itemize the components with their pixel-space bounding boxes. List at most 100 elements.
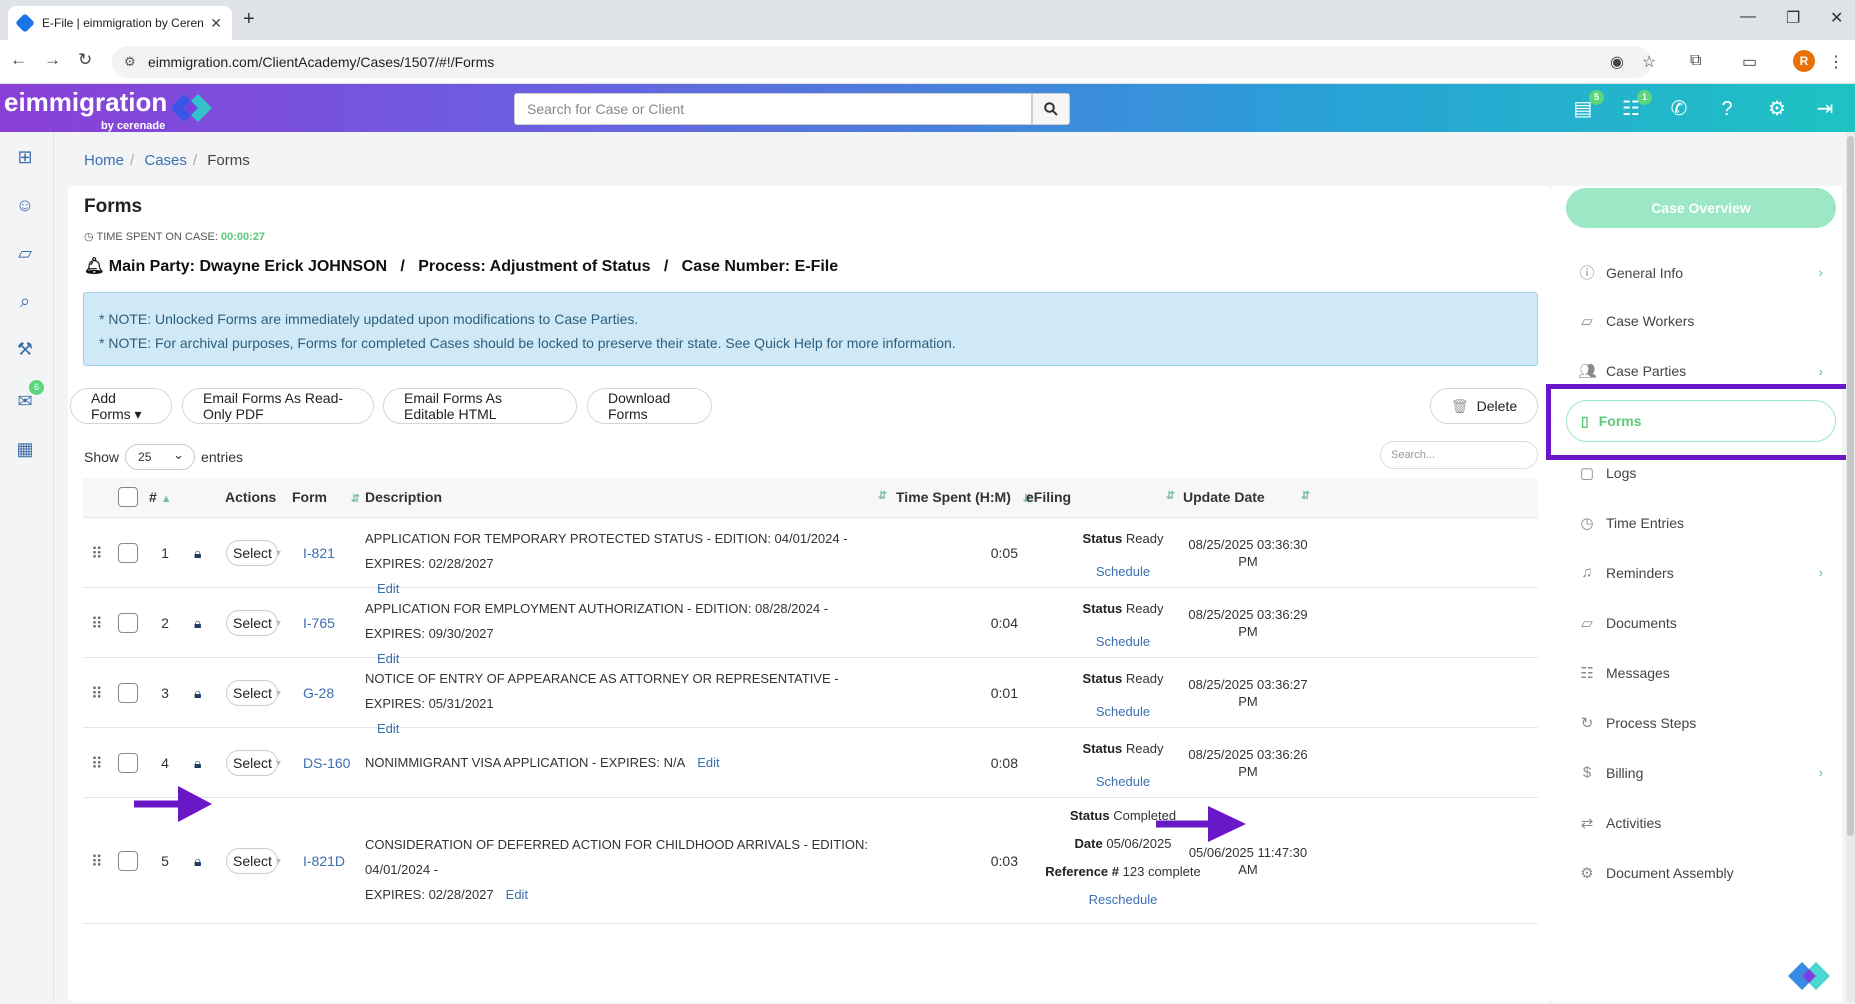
sidebar-item-time-entries[interactable]: ◷ Time Entries (1578, 514, 1823, 532)
cases-icon[interactable]: ▤ 5 (1570, 90, 1604, 122)
new-tab-icon[interactable]: + (243, 8, 255, 31)
menu-icon[interactable]: ⋮ (1828, 52, 1844, 72)
search-icon[interactable]: ⌕ (12, 288, 38, 314)
breadcrumb-home[interactable]: Home (84, 152, 124, 169)
time-spent: ◷ TIME SPENT ON CASE: 00:00:27 (84, 231, 266, 243)
settings-gear-icon[interactable]: ⚙ (1764, 96, 1790, 122)
row-checkbox[interactable] (118, 543, 138, 563)
col-description[interactable]: Description (365, 489, 442, 505)
chat-icon[interactable]: ☷ 1 (1618, 90, 1652, 122)
update-date: 05/06/2025 11:47:30 AM (1188, 845, 1308, 877)
row-actions-select[interactable]: Select ▾ (226, 848, 281, 874)
row-actions-select[interactable]: Select ▾ (226, 750, 281, 776)
lock-icon[interactable]: 🔒︎ (194, 545, 201, 562)
sidebar-item-case-workers[interactable]: ▱ Case Workers (1578, 312, 1823, 330)
form-link[interactable]: I-765 (303, 615, 335, 631)
form-link[interactable]: I-821D (303, 853, 345, 869)
row-checkbox[interactable] (118, 851, 138, 871)
sort-icon[interactable]: ⇵ (1301, 489, 1310, 502)
sidebar-item-general-info[interactable]: ⓘ General Info › (1578, 262, 1823, 283)
sort-icon[interactable]: ⇵ (878, 489, 887, 502)
back-icon[interactable]: ← (10, 50, 27, 70)
folder-icon[interactable]: ▱ (12, 240, 38, 266)
help-widget-icon[interactable] (1786, 958, 1832, 1004)
lock-icon[interactable]: 🔒︎ (194, 853, 201, 870)
extensions-icon[interactable]: ⧉ (1690, 52, 1701, 70)
minimize-icon[interactable]: — (1740, 8, 1756, 26)
col-update-date[interactable]: Update Date (1183, 489, 1265, 505)
logout-icon[interactable]: ⇥ (1812, 96, 1838, 122)
table-search-input[interactable]: Search... (1380, 441, 1538, 469)
drag-handle-icon[interactable]: ⠿ (91, 684, 103, 704)
search-button[interactable] (1032, 93, 1070, 125)
sidebar-item-billing[interactable]: $ Billing › (1578, 764, 1823, 781)
help-icon[interactable]: ? (1714, 96, 1740, 122)
delete-button[interactable]: 🗑︎ Delete (1430, 388, 1538, 424)
sidebar-item-documents[interactable]: ▱ Documents (1578, 614, 1823, 632)
forward-icon[interactable]: → (44, 50, 61, 70)
drag-handle-icon[interactable]: ⠿ (91, 852, 103, 872)
lock-icon[interactable]: 🔒︎ (194, 615, 201, 632)
schedule-link[interactable]: Schedule (1096, 774, 1150, 789)
sidebar-item-logs[interactable]: ▢ Logs (1578, 464, 1823, 482)
sidebar-item-document-assembly[interactable]: ⚙ Document Assembly (1578, 864, 1823, 882)
drag-handle-icon[interactable]: ⠿ (91, 614, 103, 634)
reschedule-link[interactable]: Reschedule (1089, 892, 1158, 907)
sidebar-item-process-steps[interactable]: ↻ Process Steps (1578, 714, 1823, 732)
col-time-spent[interactable]: Time Spent (H:M) ⇵ (896, 489, 1032, 505)
row-checkbox[interactable] (118, 613, 138, 633)
user-icon[interactable]: ☺ (12, 192, 38, 218)
close-tab-icon[interactable]: ✕ (210, 15, 222, 32)
drag-handle-icon[interactable]: ⠿ (91, 544, 103, 564)
schedule-link[interactable]: Schedule (1096, 564, 1150, 579)
row-actions-select[interactable]: Select ▾ (226, 680, 281, 706)
reload-icon[interactable]: ↻ (78, 50, 92, 70)
sidebar-item-activities[interactable]: ⇄ Activities (1578, 814, 1823, 832)
row-actions-select[interactable]: Select ▾ (226, 540, 281, 566)
schedule-link[interactable]: Schedule (1096, 704, 1150, 719)
mail-icon[interactable]: ✉ 6 (12, 380, 44, 414)
search-input[interactable]: Search for Case or Client (514, 93, 1032, 125)
address-bar[interactable]: ⚙ eimmigration.com/ClientAcademy/Cases/1… (112, 46, 1652, 78)
form-link[interactable]: G-28 (303, 685, 334, 701)
form-link[interactable]: DS-160 (303, 755, 350, 771)
edit-link[interactable]: Edit (506, 887, 528, 902)
add-forms-button[interactable]: Add Forms ▾ (70, 388, 172, 424)
email-html-button[interactable]: Email Forms As Editable HTML (383, 388, 577, 424)
whatsapp-icon[interactable]: ✆ (1666, 96, 1692, 122)
restore-icon[interactable]: ❐ (1786, 8, 1800, 28)
wrench-icon[interactable]: ⚒ (12, 336, 38, 362)
cast-icon[interactable]: ▭ (1742, 52, 1757, 72)
browser-tab[interactable]: E-File | eimmigration by Cerenade ✕ (8, 6, 232, 40)
row-actions-select[interactable]: Select ▾ (226, 610, 281, 636)
download-forms-button[interactable]: Download Forms (587, 388, 712, 424)
email-pdf-button[interactable]: Email Forms As Read-Only PDF (182, 388, 374, 424)
calendar-icon[interactable]: ▦ (12, 436, 38, 462)
page-scrollbar[interactable] (1846, 132, 1855, 1002)
schedule-link[interactable]: Schedule (1096, 634, 1150, 649)
lock-icon[interactable]: 🔒︎ (194, 685, 201, 702)
sidebar-item-case-parties[interactable]: 👥︎ Case Parties › (1578, 362, 1823, 380)
col-efiling[interactable]: eFiling (1026, 489, 1071, 505)
drag-handle-icon[interactable]: ⠿ (91, 754, 103, 774)
col-form[interactable]: Form ⇵ (292, 489, 360, 505)
add-case-icon[interactable]: ⊞ (12, 144, 38, 170)
close-window-icon[interactable]: ✕ (1830, 8, 1843, 28)
edit-link[interactable]: Edit (697, 755, 719, 770)
case-overview-button[interactable]: Case Overview (1566, 188, 1836, 228)
col-num[interactable]: # ▲ (149, 489, 172, 505)
select-all-checkbox[interactable] (118, 487, 138, 507)
sort-icon[interactable]: ⇵ (1166, 489, 1175, 502)
bookmark-star-icon[interactable]: ☆ (1642, 52, 1656, 72)
breadcrumb-cases[interactable]: Cases (144, 152, 187, 169)
profile-avatar[interactable]: R (1793, 50, 1815, 72)
site-info-icon[interactable]: ⚙ (124, 54, 136, 70)
sidebar-item-messages[interactable]: ☷ Messages (1578, 664, 1823, 682)
page-length-select[interactable]: 25 (125, 444, 196, 470)
form-link[interactable]: I-821 (303, 545, 335, 561)
eye-icon[interactable]: ◉ (1610, 52, 1624, 72)
lock-icon[interactable]: 🔒︎ (194, 755, 201, 772)
row-checkbox[interactable] (118, 683, 138, 703)
sidebar-item-reminders[interactable]: ♫ Reminders › (1578, 564, 1823, 581)
row-checkbox[interactable] (118, 753, 138, 773)
